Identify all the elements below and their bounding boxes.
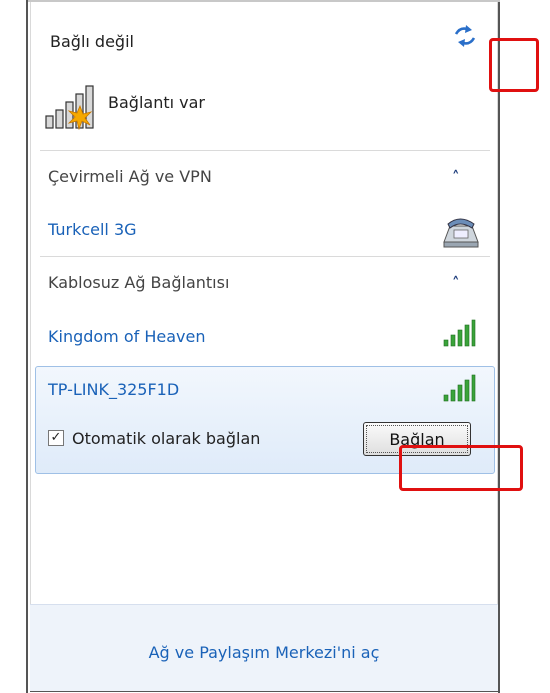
window-frame-left [0, 0, 28, 693]
signal-strength-icon [443, 319, 476, 347]
wireless-section-header[interactable]: Kablosuz Ağ Bağlantısı [48, 273, 229, 292]
highlight-box-refresh [489, 38, 539, 92]
dialup-section-header[interactable]: Çevirmeli Ağ ve VPN [48, 167, 212, 186]
wifi-network-kingdom-of-heaven[interactable]: Kingdom of Heaven [48, 327, 206, 346]
wifi-network-tplink[interactable]: TP-LINK_325F1D [48, 380, 179, 399]
auto-connect-label[interactable]: Otomatik olarak bağlan [72, 429, 260, 448]
network-access-icon [45, 85, 94, 130]
network-flyout-panel: Bağlı değil Bağlantı var Çevirmeli Ağ ve… [30, 2, 498, 692]
chevron-up-icon[interactable]: ˄ [452, 274, 460, 292]
network-access-label: Bağlantı var [108, 93, 205, 112]
network-sharing-center-link[interactable]: Ağ ve Paylaşım Merkezi'ni aç [30, 643, 498, 662]
divider [40, 256, 490, 257]
modem-phone-icon [443, 218, 479, 248]
highlight-box-connect [399, 445, 523, 491]
signal-strength-icon [443, 374, 476, 402]
auto-connect-checkbox[interactable]: ✓ [48, 430, 64, 446]
footer-bar: Ağ ve Paylaşım Merkezi'ni aç [30, 604, 498, 691]
chevron-up-icon[interactable]: ˄ [452, 168, 460, 186]
connection-status-title: Bağlı değil [50, 32, 134, 51]
window-frame-right [498, 0, 550, 693]
divider [40, 150, 490, 151]
panel-border [30, 2, 498, 690]
refresh-icon[interactable] [450, 22, 480, 52]
dialup-item-turkcell[interactable]: Turkcell 3G [48, 220, 137, 239]
